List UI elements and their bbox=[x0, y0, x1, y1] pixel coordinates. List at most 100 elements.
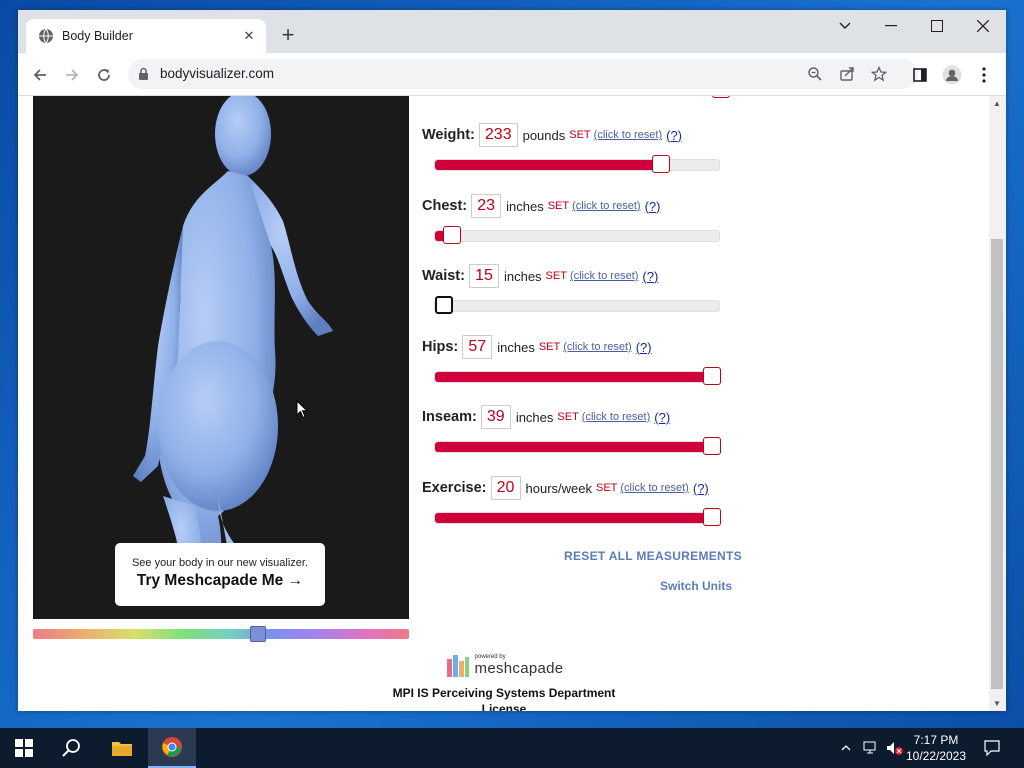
measurement-unit: inches bbox=[506, 198, 544, 214]
body-3d-viewer[interactable]: See your body in our new visualizer. Try… bbox=[33, 96, 409, 619]
new-tab-icon[interactable]: + bbox=[276, 24, 300, 48]
maximize-icon[interactable] bbox=[914, 10, 960, 42]
globe-icon bbox=[39, 28, 53, 44]
click-to-reset-link[interactable]: (click to reset) bbox=[582, 411, 650, 423]
tab-title: Body Builder bbox=[62, 29, 133, 43]
click-to-reset-link[interactable]: (click to reset) bbox=[563, 341, 631, 353]
menu-kebab-icon[interactable] bbox=[970, 61, 998, 89]
tab-body-builder[interactable]: Body Builder ✕ bbox=[26, 19, 266, 53]
promo-title-text: Try Meshcapade Me bbox=[136, 572, 284, 589]
measurement-value-input[interactable]: 23 bbox=[471, 194, 502, 218]
chrome-icon bbox=[162, 737, 182, 757]
set-label: SET bbox=[569, 129, 591, 141]
slider-thumb[interactable] bbox=[703, 367, 721, 385]
set-label: SET bbox=[538, 341, 561, 353]
search-icon bbox=[62, 739, 80, 757]
windows-logo-icon bbox=[15, 739, 33, 757]
notifications-icon[interactable] bbox=[978, 728, 1006, 768]
slider-thumb[interactable] bbox=[703, 508, 721, 526]
help-link[interactable]: (?) bbox=[636, 340, 652, 355]
measurement-row-weight: Weight: 233 pounds SET (click to reset) (?) bbox=[422, 122, 742, 182]
slider-thumb[interactable] bbox=[652, 155, 671, 173]
lock-icon bbox=[139, 67, 148, 80]
forward-icon[interactable] bbox=[58, 61, 86, 89]
browser-toolbar: bodyvisualizer.com bbox=[18, 53, 1006, 96]
taskbar: 7:17 PM 10/22/2023 bbox=[0, 728, 1024, 768]
page-scrollbar[interactable]: ▲ ▼ bbox=[989, 96, 1006, 711]
skin-tone-slider[interactable] bbox=[33, 626, 409, 642]
clock-time: 7:17 PM bbox=[913, 733, 959, 747]
arrow-right-icon: → bbox=[287, 572, 304, 589]
set-label: SET bbox=[595, 482, 618, 494]
promo-title: Try Meshcapade Me → bbox=[115, 572, 325, 590]
measurement-row-chest: Chest: 23 inches SET (click to reset) (?) bbox=[422, 193, 742, 253]
click-to-reset-link[interactable]: (click to reset) bbox=[570, 270, 638, 282]
chrome-taskbar-button[interactable] bbox=[148, 728, 196, 768]
set-label: SET bbox=[557, 411, 579, 423]
help-link[interactable]: (?) bbox=[666, 128, 682, 143]
scroll-down-icon[interactable]: ▼ bbox=[993, 699, 1001, 708]
volume-muted-icon[interactable] bbox=[884, 728, 906, 768]
measurement-unit: inches bbox=[497, 339, 535, 355]
page-content: See your body in our new visualizer. Try… bbox=[18, 96, 1006, 711]
set-label: SET bbox=[545, 270, 567, 282]
license-link[interactable]: License bbox=[388, 702, 620, 711]
start-button[interactable] bbox=[0, 728, 48, 768]
file-explorer-button[interactable] bbox=[98, 728, 146, 768]
meshcapade-logo[interactable]: powered by meshcapade bbox=[388, 651, 620, 681]
measurement-value-input[interactable]: 39 bbox=[480, 405, 511, 429]
measurement-row-hips: Hips: 57 inches SET (click to reset) (?) bbox=[422, 334, 742, 394]
slider-fill bbox=[435, 160, 662, 170]
measurement-value-input[interactable]: 57 bbox=[462, 335, 493, 359]
minimize-icon[interactable] bbox=[868, 10, 914, 42]
measurement-slider[interactable] bbox=[434, 296, 720, 314]
folder-icon bbox=[112, 742, 132, 756]
help-link[interactable]: (?) bbox=[645, 199, 661, 214]
click-to-reset-link[interactable]: (click to reset) bbox=[594, 129, 662, 141]
skin-tone-slider-thumb[interactable] bbox=[250, 626, 266, 642]
meshcapade-promo-button[interactable]: See your body in our new visualizer. Try… bbox=[115, 543, 325, 606]
close-window-icon[interactable] bbox=[960, 10, 1006, 42]
tray-overflow-icon[interactable] bbox=[836, 728, 856, 768]
system-clock[interactable]: 7:17 PM 10/22/2023 bbox=[904, 732, 968, 764]
measurement-value-input[interactable]: 20 bbox=[490, 476, 521, 500]
url-text: bodyvisualizer.com bbox=[160, 66, 275, 81]
back-icon[interactable] bbox=[26, 61, 54, 89]
reload-icon[interactable] bbox=[90, 61, 118, 89]
measurement-label: Exercise: bbox=[422, 480, 487, 496]
department-text: MPI IS Perceiving Systems Department bbox=[392, 686, 616, 700]
scrollbar-thumb[interactable] bbox=[991, 239, 1003, 689]
measurement-slider[interactable] bbox=[434, 437, 721, 455]
side-panel-icon[interactable] bbox=[906, 61, 934, 89]
help-link[interactable]: (?) bbox=[642, 269, 658, 284]
close-tab-icon[interactable]: ✕ bbox=[240, 27, 258, 45]
measurement-label: Waist: bbox=[422, 268, 465, 284]
click-to-reset-link[interactable]: (click to reset) bbox=[620, 482, 688, 494]
slider-thumb[interactable] bbox=[703, 437, 721, 455]
help-link[interactable]: (?) bbox=[654, 410, 670, 425]
brand-text: meshcapade bbox=[474, 660, 564, 677]
slider-thumb[interactable] bbox=[435, 296, 453, 314]
profile-avatar-icon[interactable] bbox=[938, 61, 966, 89]
measurement-slider[interactable] bbox=[434, 508, 721, 526]
network-icon[interactable] bbox=[860, 728, 882, 768]
help-link[interactable]: (?) bbox=[693, 481, 709, 496]
switch-units-link[interactable]: Switch Units bbox=[660, 579, 732, 593]
measurement-slider[interactable] bbox=[434, 367, 721, 385]
tab-search-icon[interactable] bbox=[822, 10, 868, 42]
measurement-slider[interactable] bbox=[434, 155, 720, 173]
address-bar[interactable]: bodyvisualizer.com bbox=[128, 59, 918, 89]
search-button[interactable] bbox=[48, 728, 96, 768]
zoom-icon[interactable] bbox=[803, 62, 827, 86]
bookmark-star-icon[interactable] bbox=[867, 62, 891, 86]
measurement-value-input[interactable]: 233 bbox=[478, 123, 518, 147]
click-to-reset-link[interactable]: (click to reset) bbox=[572, 200, 640, 212]
reset-all-button[interactable]: RESET ALL MEASUREMENTS bbox=[564, 549, 742, 563]
measurement-slider[interactable] bbox=[434, 226, 720, 244]
scroll-up-icon[interactable]: ▲ bbox=[993, 99, 1001, 108]
slider-thumb[interactable] bbox=[443, 226, 462, 244]
measurement-value-input[interactable]: 15 bbox=[468, 264, 499, 288]
measurement-label: Hips: bbox=[422, 339, 459, 355]
measurement-label: Chest: bbox=[422, 198, 468, 214]
share-icon[interactable] bbox=[835, 62, 859, 86]
